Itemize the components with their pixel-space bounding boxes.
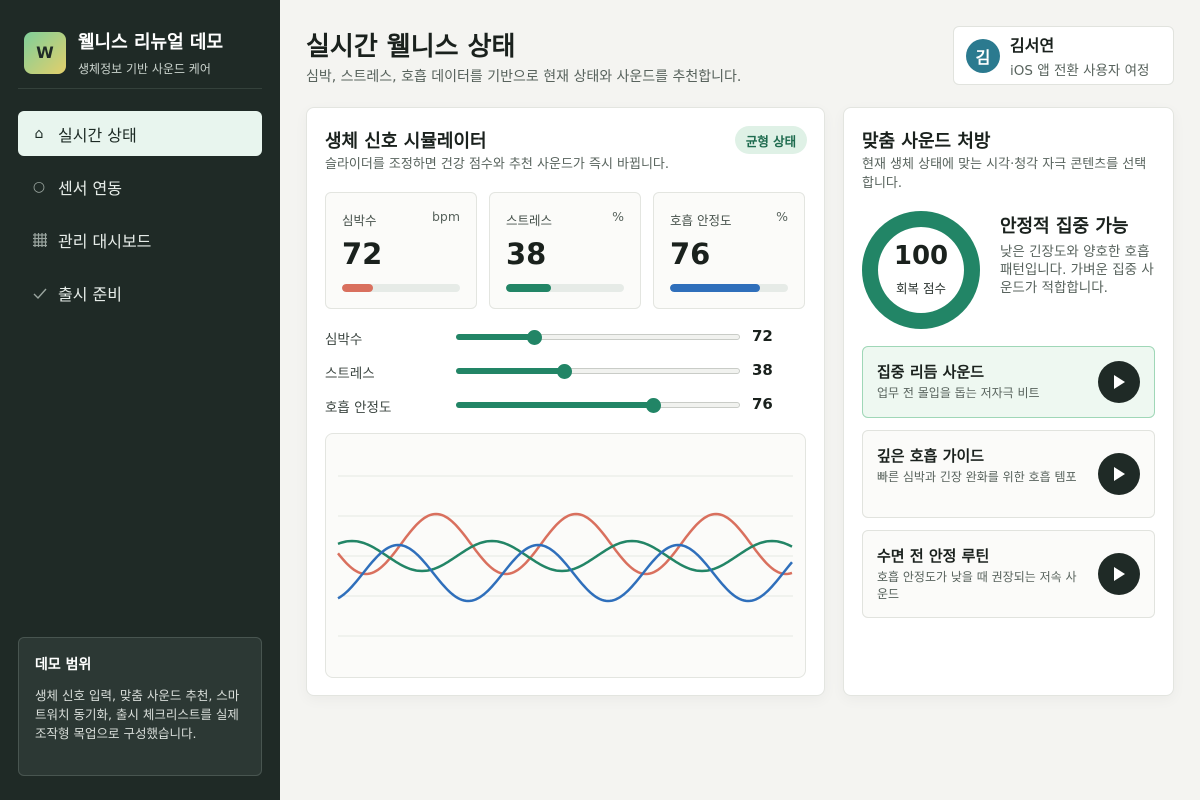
page-title: 실시간 웰니스 상태 [306, 32, 516, 62]
track-card-deep-breath[interactable]: 깊은 호흡 가이드 빠른 심박과 긴장 완화를 위한 호흡 템포 [862, 430, 1155, 518]
metric-card-heart-rate: 심박수 bpm 72 [325, 192, 477, 309]
breath-wave [337, 543, 793, 603]
metric-unit: % [776, 209, 788, 224]
slider-value: 72 [752, 327, 773, 345]
demo-scope-box: 데모 범위 생체 신호 입력, 맞춤 사운드 추천, 스마트워치 동기화, 출시… [18, 637, 262, 776]
sound-prescription-panel: 맞춤 사운드 처방 현재 생체 상태에 맞는 시각·청각 자극 콘텐츠를 선택합… [843, 107, 1174, 696]
metric-unit: % [612, 209, 624, 224]
slider-fill [456, 334, 533, 340]
metric-value: 38 [506, 237, 547, 271]
recovery-score-value: 100 [893, 241, 949, 271]
simulator-title: 생체 신호 시뮬레이터 [325, 131, 487, 152]
sidebar-item-label: 출시 준비 [58, 284, 122, 304]
user-card[interactable]: 김 김서연 iOS 앱 전환 사용자 여정 [953, 26, 1174, 85]
state-title: 안정적 집중 가능 [1000, 216, 1129, 237]
heart-rate-slider[interactable] [456, 330, 740, 345]
sidebar-item-sensor-link[interactable]: ○ 센서 연동 [18, 164, 262, 209]
play-button[interactable] [1098, 453, 1140, 495]
sidebar-item-dashboard[interactable]: 관리 대시보드 [18, 217, 262, 262]
metric-bar-fill [670, 284, 760, 292]
play-button[interactable] [1098, 553, 1140, 595]
slider-row-breath-stability: 호흡 안정도 76 [325, 394, 805, 416]
metric-bar-fill [342, 284, 373, 292]
track-title: 집중 리듬 사운드 [877, 363, 985, 381]
sidebar-item-label: 실시간 상태 [58, 125, 137, 145]
slider-fill [456, 402, 652, 408]
metric-label: 스트레스 [506, 213, 553, 228]
page-subtitle: 심박, 스트레스, 호흡 데이터를 기반으로 현재 상태와 사운드를 추천합니다… [306, 69, 742, 85]
metric-value: 72 [342, 237, 383, 271]
sidebar-item-realtime-status[interactable]: ⌂ 실시간 상태 [18, 111, 262, 156]
metric-bar-fill [506, 284, 551, 292]
sidebar-nav: ⌂ 실시간 상태 ○ 센서 연동 관리 대시보드 출시 준비 [18, 111, 262, 323]
metric-unit: bpm [431, 209, 460, 224]
grid-icon [32, 232, 47, 248]
check-icon [32, 285, 47, 301]
play-icon [1114, 567, 1125, 581]
sidebar-item-label: 센서 연동 [58, 178, 122, 198]
circle-icon: ○ [32, 178, 46, 195]
stress-slider[interactable] [456, 364, 740, 379]
recovery-score-label: 회복 점수 [896, 281, 946, 296]
metric-label: 심박수 [342, 213, 377, 228]
track-description: 빠른 심박과 긴장 완화를 위한 호흡 템포 [877, 470, 1077, 484]
waveform-chart [337, 475, 793, 637]
track-title: 깊은 호흡 가이드 [877, 447, 985, 465]
sound-panel-title: 맞춤 사운드 처방 [862, 131, 991, 152]
track-description: 호흡 안정도가 낮을 때 권장되는 저속 사운드 [877, 570, 1077, 601]
play-button[interactable] [1098, 361, 1140, 403]
user-name: 김서연 [1010, 36, 1055, 55]
avatar: 김 [966, 38, 1000, 73]
metric-label: 호흡 안정도 [670, 213, 732, 228]
track-description: 업무 전 몰입을 돕는 저자극 비트 [877, 386, 1040, 400]
track-card-sleep-routine[interactable]: 수면 전 안정 루틴 호흡 안정도가 낮을 때 권장되는 저속 사운드 [862, 530, 1155, 618]
sidebar-item-label: 관리 대시보드 [58, 231, 152, 251]
slider-thumb[interactable] [556, 364, 572, 379]
biosignal-waveform [325, 433, 806, 678]
slider-row-stress: 스트레스 38 [325, 360, 805, 382]
slider-label: 호흡 안정도 [325, 400, 392, 416]
app-logo: W [24, 31, 66, 74]
slider-fill [456, 368, 563, 374]
slider-value: 76 [752, 395, 773, 413]
slider-label: 스트레스 [325, 366, 375, 382]
slider-label: 심박수 [325, 332, 363, 348]
demo-scope-title: 데모 범위 [35, 657, 92, 673]
app-subtitle: 생체정보 기반 사운드 케어 [78, 62, 211, 76]
sound-panel-subtitle: 현재 생체 상태에 맞는 시각·청각 자극 콘텐츠를 선택합니다. [862, 157, 1147, 191]
sidebar-divider [18, 88, 262, 89]
metric-value: 76 [670, 237, 711, 271]
user-role: iOS 앱 전환 사용자 여정 [1010, 63, 1150, 79]
play-icon [1114, 375, 1125, 389]
metric-bar [670, 284, 788, 292]
metric-card-breath-stability: 호흡 안정도 % 76 [653, 192, 805, 309]
slider-thumb[interactable] [645, 398, 661, 413]
home-icon: ⌂ [34, 125, 44, 142]
slider-value: 38 [752, 361, 773, 379]
brand: W 웰니스 리뉴얼 데모 생체정보 기반 사운드 케어 [24, 28, 223, 77]
slider-thumb[interactable] [526, 330, 542, 345]
sidebar-item-launch-prep[interactable]: 출시 준비 [18, 270, 262, 315]
breath-stability-slider[interactable] [456, 398, 740, 413]
biosignal-simulator-panel: 생체 신호 시뮬레이터 슬라이더를 조정하면 건강 점수와 추천 사운드가 즉시… [306, 107, 825, 696]
demo-scope-text: 생체 신호 입력, 맞춤 사운드 추천, 스마트워치 동기화, 출시 체크리스트… [35, 688, 240, 741]
track-title: 수면 전 안정 루틴 [877, 547, 990, 565]
slider-row-heart-rate: 심박수 72 [325, 326, 805, 348]
metric-bar [342, 284, 460, 292]
state-description: 낮은 긴장도와 양호한 호흡 패턴입니다. 가벼운 집중 사운드가 적합합니다. [1000, 244, 1154, 296]
play-icon [1114, 467, 1125, 481]
status-badge: 균형 상태 [735, 126, 807, 154]
metric-card-stress: 스트레스 % 38 [489, 192, 641, 309]
sidebar: W 웰니스 리뉴얼 데모 생체정보 기반 사운드 케어 ⌂ 실시간 상태 ○ 센… [0, 0, 280, 800]
simulator-subtitle: 슬라이더를 조정하면 건강 점수와 추천 사운드가 즉시 바뀝니다. [325, 157, 670, 172]
track-card-focus-rhythm[interactable]: 집중 리듬 사운드 업무 전 몰입을 돕는 저자극 비트 [862, 346, 1155, 418]
app-title: 웰니스 리뉴얼 데모 [78, 32, 224, 53]
metric-bar [506, 284, 624, 292]
